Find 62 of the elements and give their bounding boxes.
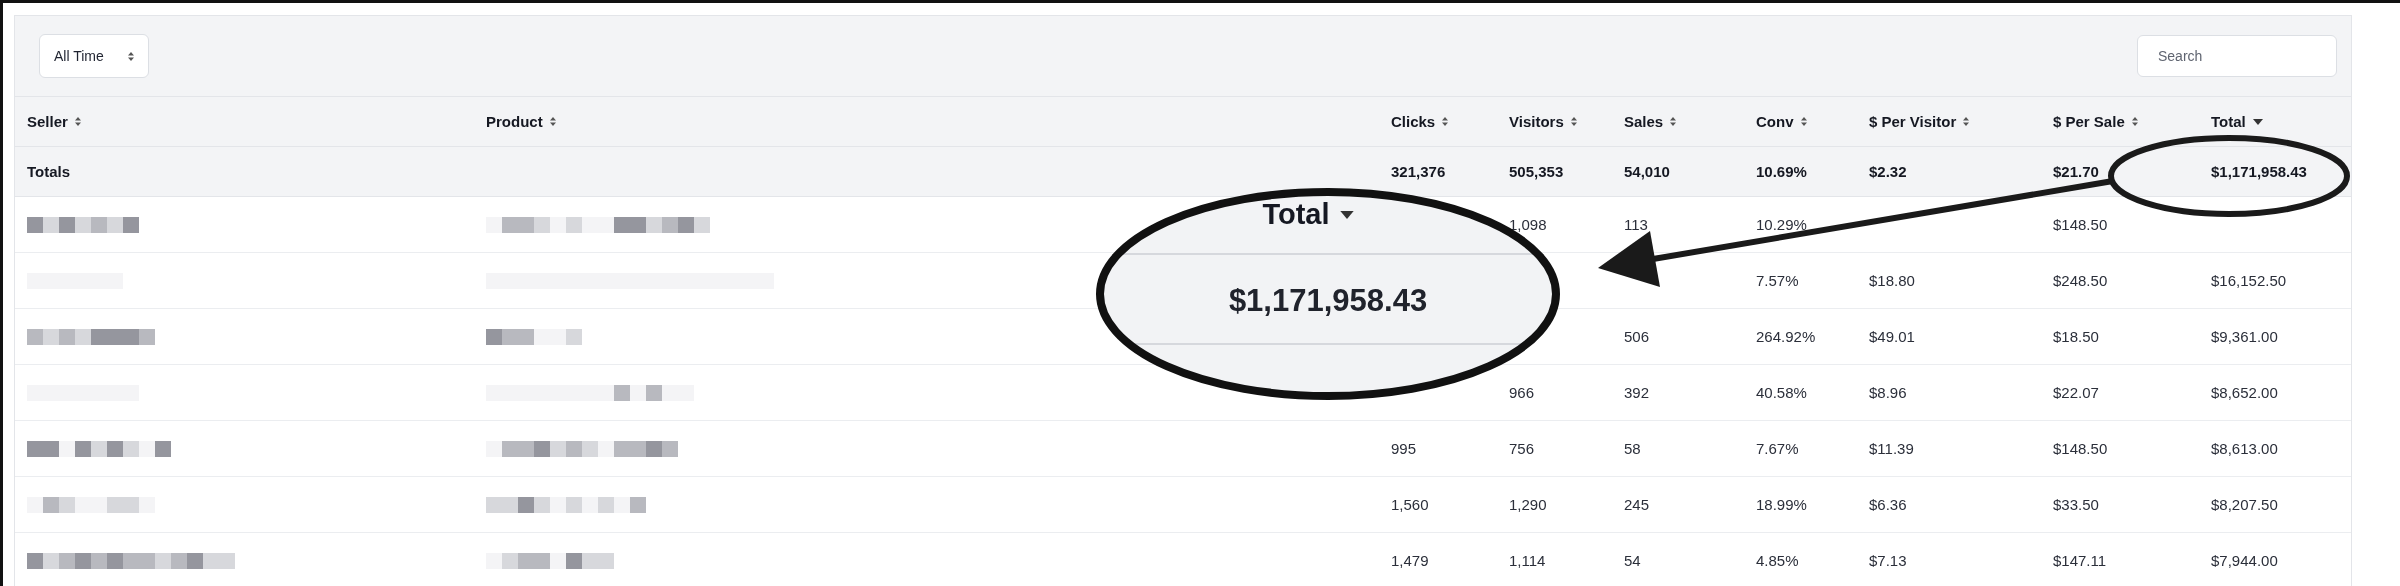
table-cell: $33.50 [2053,496,2099,513]
column-header[interactable]: Clicks [1391,113,1449,130]
table-cell: 392 [1624,384,1650,401]
totals-cell: $2.32 [1869,163,1907,180]
totals-cell: $21.70 [2053,163,2099,180]
table-cell: $16,152.50 [2211,272,2287,289]
total-value: $1,171,958.43 [1228,283,1428,319]
column-header[interactable]: $ Per Visitor [1869,113,1970,130]
column-header[interactable]: Conv [1756,113,1807,130]
table-cell: $8,613.00 [2211,440,2278,457]
table-cell: $8,207.50 [2211,496,2278,513]
table-cell: $148.50 [2053,440,2108,457]
totals-cell: 505,353 [1509,163,1564,180]
table-cell: 506 [1624,328,1650,345]
table-cell: 40.58% [1756,384,1807,401]
table-cell: 995 [1391,440,1417,457]
table-cell: 7.67% [1756,440,1799,457]
table-cell: $49.01 [1869,328,1915,345]
column-header[interactable]: Visitors [1509,113,1577,130]
column-header[interactable]: Seller [27,113,81,130]
table-cell: 756 [1509,440,1535,457]
column-header[interactable]: Product [486,113,556,130]
table-cell: 58 [1624,440,1641,457]
table-cell: 245 [1624,496,1650,513]
table-cell: $18.50 [2053,328,2099,345]
table-cell: $22.07 [2053,384,2099,401]
table-cell: 18.99% [1756,496,1807,513]
table-cell: $9,361.00 [2211,328,2278,345]
totals-cell: 54,010 [1624,163,1670,180]
table-cell: 1,114 [1509,552,1546,569]
table-cell: $11.39 [1869,440,1914,457]
column-header[interactable]: Total [2211,113,2263,130]
table-cell: 10.29% [1756,216,1807,233]
table-cell: $147.11 [2053,552,2107,569]
table-cell: 264.92% [1756,328,1816,345]
table-cell: 113 [1624,216,1648,233]
table-cell: 54 [1624,552,1641,569]
totals-cell: 10.69% [1756,163,1807,180]
column-header[interactable]: $ Per Sale [2053,113,2138,130]
table-cell: 1,290 [1509,496,1547,513]
table-cell: 1,560 [1391,496,1429,513]
column-header: Total [1262,198,1354,231]
table-cell: $8.96 [1869,384,1907,401]
table-cell: 4.85% [1756,552,1799,569]
table-cell: $6.36 [1869,496,1907,513]
totals-cell: 321,376 [1391,163,1446,180]
search-field[interactable]: Search [2137,35,2337,77]
totals-cell: $1,171,958.43 [2211,163,2307,180]
table-cell: $7,944.00 [2211,552,2278,569]
table-cell: 1,098 [1509,216,1547,233]
totals-label: Totals [27,163,71,180]
table-cell: 7.57% [1756,272,1799,289]
table-cell: 966 [1509,384,1535,401]
table-cell: $8,652.00 [2211,384,2278,401]
column-header[interactable]: Sales [1624,113,1677,130]
table-cell: $18.80 [1869,272,1915,289]
table-cell: $148.50 [2053,216,2108,233]
table-cell: $7.13 [1869,552,1907,569]
time-range-select[interactable]: All Time [39,34,149,78]
table-cell: $248.50 [2053,272,2108,289]
table-cell: 1,479 [1391,552,1429,569]
updown-chevron-icon [127,51,134,61]
